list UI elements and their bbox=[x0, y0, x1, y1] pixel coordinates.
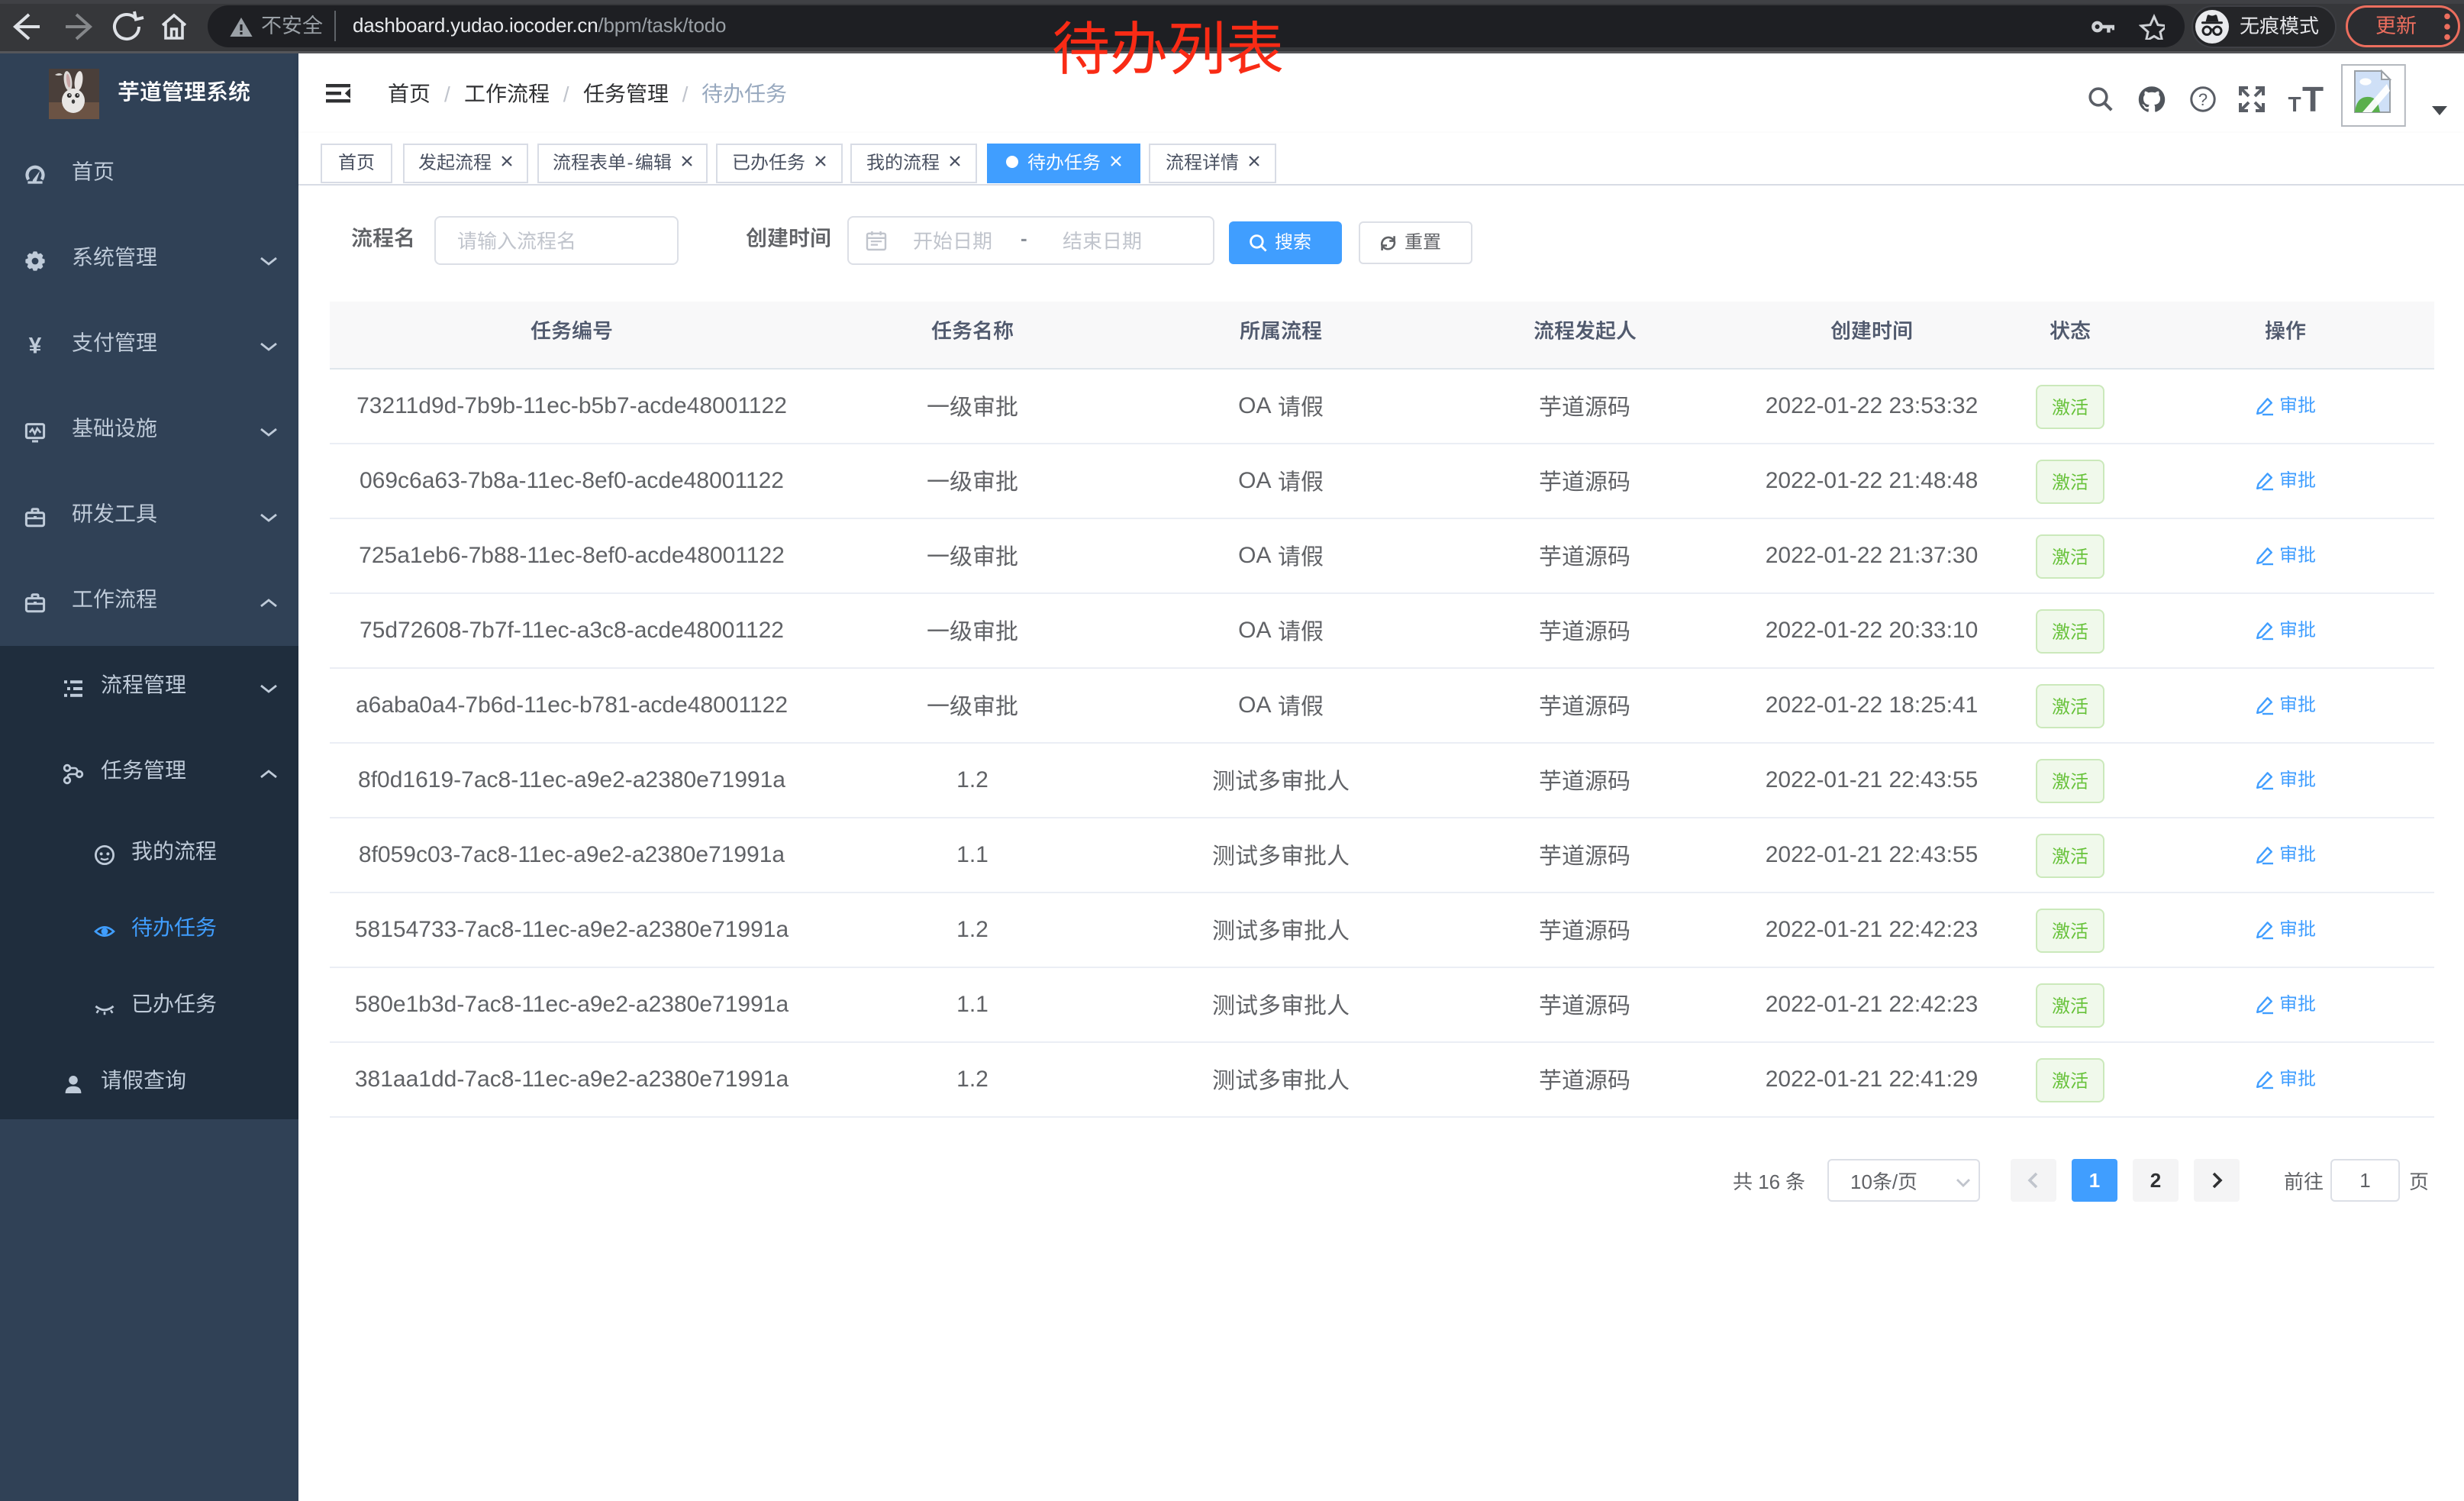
svg-text:?: ? bbox=[2198, 90, 2208, 109]
svg-text:T: T bbox=[2288, 92, 2301, 115]
svg-text:T: T bbox=[2302, 79, 2324, 115]
svg-text:¥: ¥ bbox=[29, 334, 42, 357]
